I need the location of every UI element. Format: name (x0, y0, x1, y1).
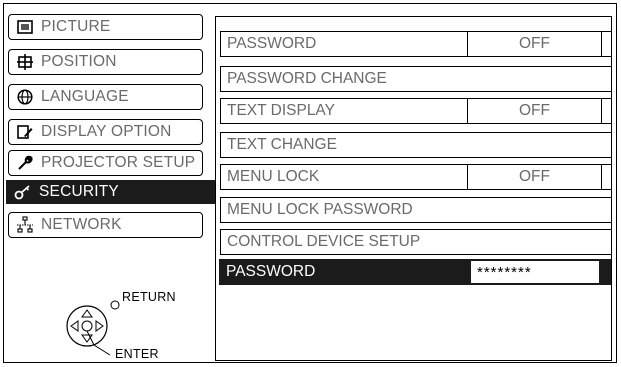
tab-security[interactable]: SECURITY (6, 180, 218, 204)
row-label: CONTROL DEVICE SETUP (227, 233, 421, 250)
row-end-cap (601, 99, 611, 123)
tab-label: POSITION (41, 53, 117, 70)
position-icon (15, 53, 35, 71)
row-label: PASSWORD (227, 35, 317, 52)
password-entry-row[interactable]: PASSWORD ******** (219, 259, 611, 285)
tab-projector-setup[interactable]: PROJECTOR SETUP (8, 150, 203, 176)
row-end-cap (601, 165, 611, 189)
tab-label: LANGUAGE (41, 88, 129, 105)
row-text-change[interactable]: TEXT CHANGE (220, 132, 612, 158)
tab-language[interactable]: LANGUAGE (8, 84, 203, 110)
network-icon (15, 216, 35, 234)
row-password-change[interactable]: PASSWORD CHANGE (220, 66, 612, 92)
tab-label: PROJECTOR SETUP (41, 154, 196, 171)
enter-label: ENTER (115, 347, 159, 361)
wrench-icon (15, 154, 35, 172)
password-value[interactable]: OFF (467, 32, 601, 56)
row-label: MENU LOCK PASSWORD (227, 201, 413, 218)
tab-picture[interactable]: PICTURE (8, 14, 203, 40)
row-label: TEXT CHANGE (227, 136, 337, 153)
row-label: PASSWORD (226, 263, 316, 280)
menu-window: PICTURE POSITION LANGUAGE DISPLAY OPTION… (3, 3, 617, 363)
navigation-guide: RETURN ENTER (60, 281, 210, 363)
row-label: TEXT DISPLAY (227, 102, 335, 119)
row-label: MENU LOCK (227, 168, 320, 185)
tab-display-option[interactable]: DISPLAY OPTION (8, 119, 203, 145)
tab-label: SECURITY (39, 183, 119, 200)
row-menu-lock-password[interactable]: MENU LOCK PASSWORD (220, 197, 612, 223)
row-end-cap (601, 32, 611, 56)
tab-label: PICTURE (41, 18, 111, 35)
row-password[interactable]: PASSWORD OFF (220, 31, 612, 57)
row-label: PASSWORD CHANGE (227, 70, 387, 87)
picture-icon (15, 18, 35, 36)
text-display-value[interactable]: OFF (467, 99, 601, 123)
row-text-display[interactable]: TEXT DISPLAY OFF (220, 98, 612, 124)
password-input[interactable]: ******** (471, 261, 599, 283)
tab-network[interactable]: NETWORK (8, 212, 203, 238)
return-label: RETURN (122, 290, 176, 304)
row-control-device-setup[interactable]: CONTROL DEVICE SETUP (220, 229, 612, 255)
menu-lock-value[interactable]: OFF (467, 165, 601, 189)
tab-label: NETWORK (41, 216, 122, 233)
tab-position[interactable]: POSITION (8, 49, 203, 75)
display-option-icon (15, 123, 35, 141)
row-menu-lock[interactable]: MENU LOCK OFF (220, 164, 612, 190)
security-panel: PASSWORD OFF PASSWORD CHANGE TEXT DISPLA… (215, 16, 612, 361)
key-icon (13, 183, 33, 201)
tab-label: DISPLAY OPTION (41, 123, 172, 140)
globe-icon (15, 88, 35, 106)
